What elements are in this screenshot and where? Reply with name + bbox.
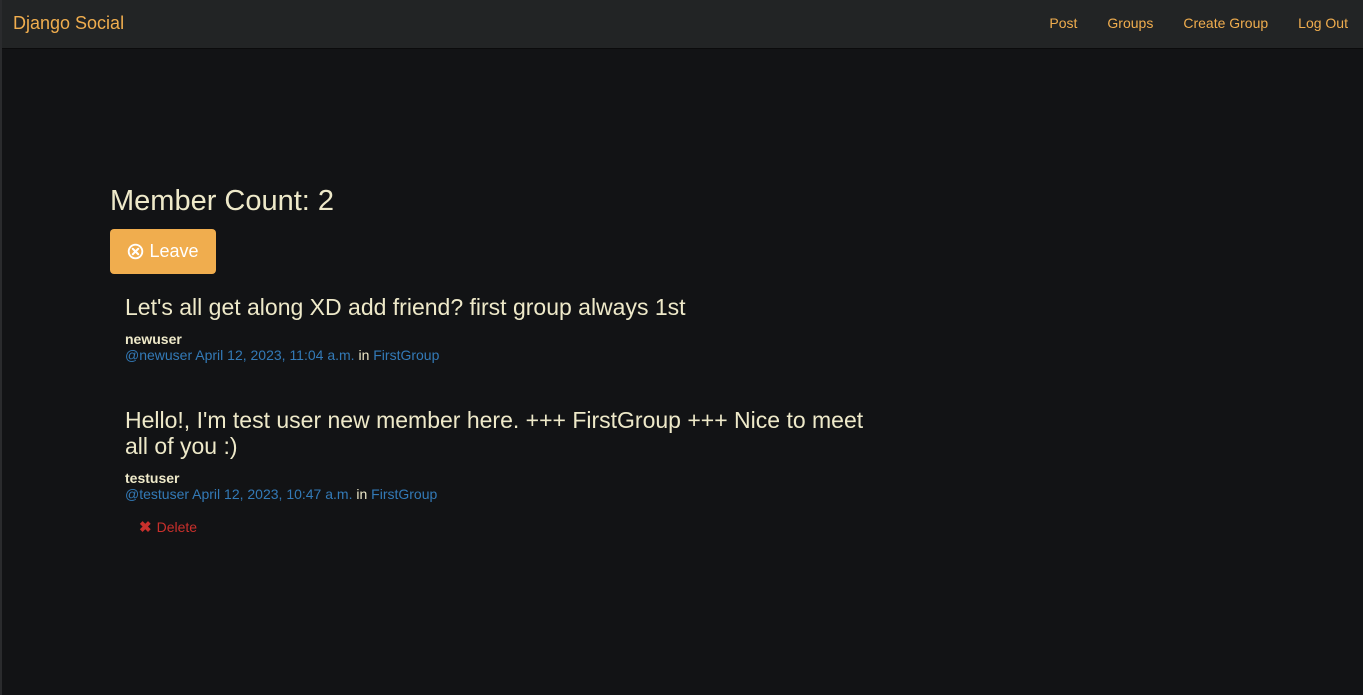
post-handle-link[interactable]: @testuser (125, 486, 189, 502)
post-handle-link[interactable]: @newuser (125, 347, 192, 363)
post-in-label: in (356, 486, 368, 502)
member-count: Member Count: 2 (110, 185, 335, 217)
delete-post-link[interactable]: ✖ Delete (139, 518, 197, 536)
post-username: testuser (125, 470, 180, 486)
post-in-label: in (358, 347, 370, 363)
post-meta: @newuser April 12, 2023, 11:04 a.m. in F… (125, 347, 865, 364)
remove-circle-icon (128, 243, 144, 260)
navbar: Django Social Post Groups Create Group L… (2, 0, 1363, 49)
leave-button[interactable]: Leave (110, 229, 216, 274)
post-timestamp-link[interactable]: April 12, 2023, 11:04 a.m. (195, 347, 354, 363)
post-text: Let's all get along XD add friend? first… (125, 294, 686, 320)
post-group-link[interactable]: FirstGroup (373, 347, 439, 363)
post-item: Hello!, I'm test user new member here. +… (125, 407, 865, 503)
nav-create-group-link[interactable]: Create Group (1183, 15, 1268, 31)
post-username: newuser (125, 331, 182, 347)
close-icon: ✖ (139, 519, 152, 536)
nav-links: Post Groups Create Group Log Out (1019, 15, 1348, 31)
leave-button-label: Leave (149, 241, 199, 261)
post-group-link[interactable]: FirstGroup (371, 486, 437, 502)
brand-link[interactable]: Django Social (13, 13, 124, 34)
page: Django Social Post Groups Create Group L… (0, 0, 1363, 695)
post-meta: @testuser April 12, 2023, 10:47 a.m. in … (125, 486, 865, 503)
nav-groups-link[interactable]: Groups (1107, 15, 1153, 31)
post-text: Hello!, I'm test user new member here. +… (125, 407, 864, 459)
nav-logout-link[interactable]: Log Out (1298, 15, 1348, 31)
delete-post-label: Delete (156, 519, 198, 535)
nav-post-link[interactable]: Post (1049, 15, 1077, 31)
post-item: Let's all get along XD add friend? first… (125, 294, 865, 364)
post-timestamp-link[interactable]: April 12, 2023, 10:47 a.m. (192, 486, 352, 502)
